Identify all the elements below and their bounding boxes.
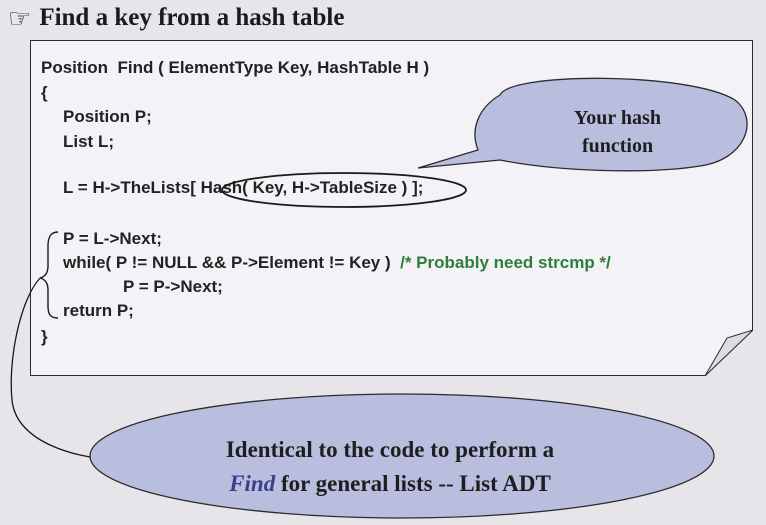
- code-hash-call: Hash( Key, H->TableSize ): [200, 178, 408, 197]
- page-fold-corner: [705, 330, 753, 376]
- code-while-cond: while( P != NULL && P->Element != Key ): [63, 253, 401, 272]
- code-decl-list: List L;: [63, 132, 114, 151]
- find-callout-text: Identical to the code to perform a Find …: [140, 433, 640, 501]
- code-assign-start: L = H->TheLists[: [63, 178, 201, 197]
- code-assign-next: P = L->Next;: [63, 229, 162, 248]
- code-while: while( P != NULL && P->Element != Key ) …: [63, 253, 611, 273]
- code-advance: P = P->Next;: [123, 277, 223, 296]
- slide-title-row: ☞ Find a key from a hash table: [8, 4, 344, 32]
- code-box: [30, 40, 753, 376]
- code-close-brace: }: [41, 327, 48, 346]
- find-callout-line1: Identical to the code to perform a: [225, 437, 555, 462]
- hash-callout-text: Your hash function: [530, 104, 705, 160]
- code-comment: /* Probably need strcmp */: [400, 253, 611, 272]
- code-assign-lists: L = H->TheLists[ Hash( Key, H->TableSize…: [63, 178, 423, 198]
- code-decl-position: Position P;: [63, 107, 152, 126]
- slide-title: Find a key from a hash table: [39, 4, 345, 31]
- code-signature: Position Find ( ElementType Key, HashTab…: [41, 58, 430, 77]
- find-callout-rest: for general lists -- List ADT: [275, 471, 551, 496]
- code-return: return P;: [63, 301, 134, 320]
- hash-callout-line1: Your hash: [574, 107, 661, 129]
- pointing-hand-icon: ☞: [8, 3, 32, 33]
- code-open-brace: {: [41, 83, 48, 102]
- find-callout-emphasis: Find: [229, 471, 276, 496]
- code-assign-end: ];: [407, 178, 424, 197]
- hash-callout-line2: function: [581, 135, 654, 157]
- find-callout-line2: Find for general lists -- List ADT: [140, 467, 640, 501]
